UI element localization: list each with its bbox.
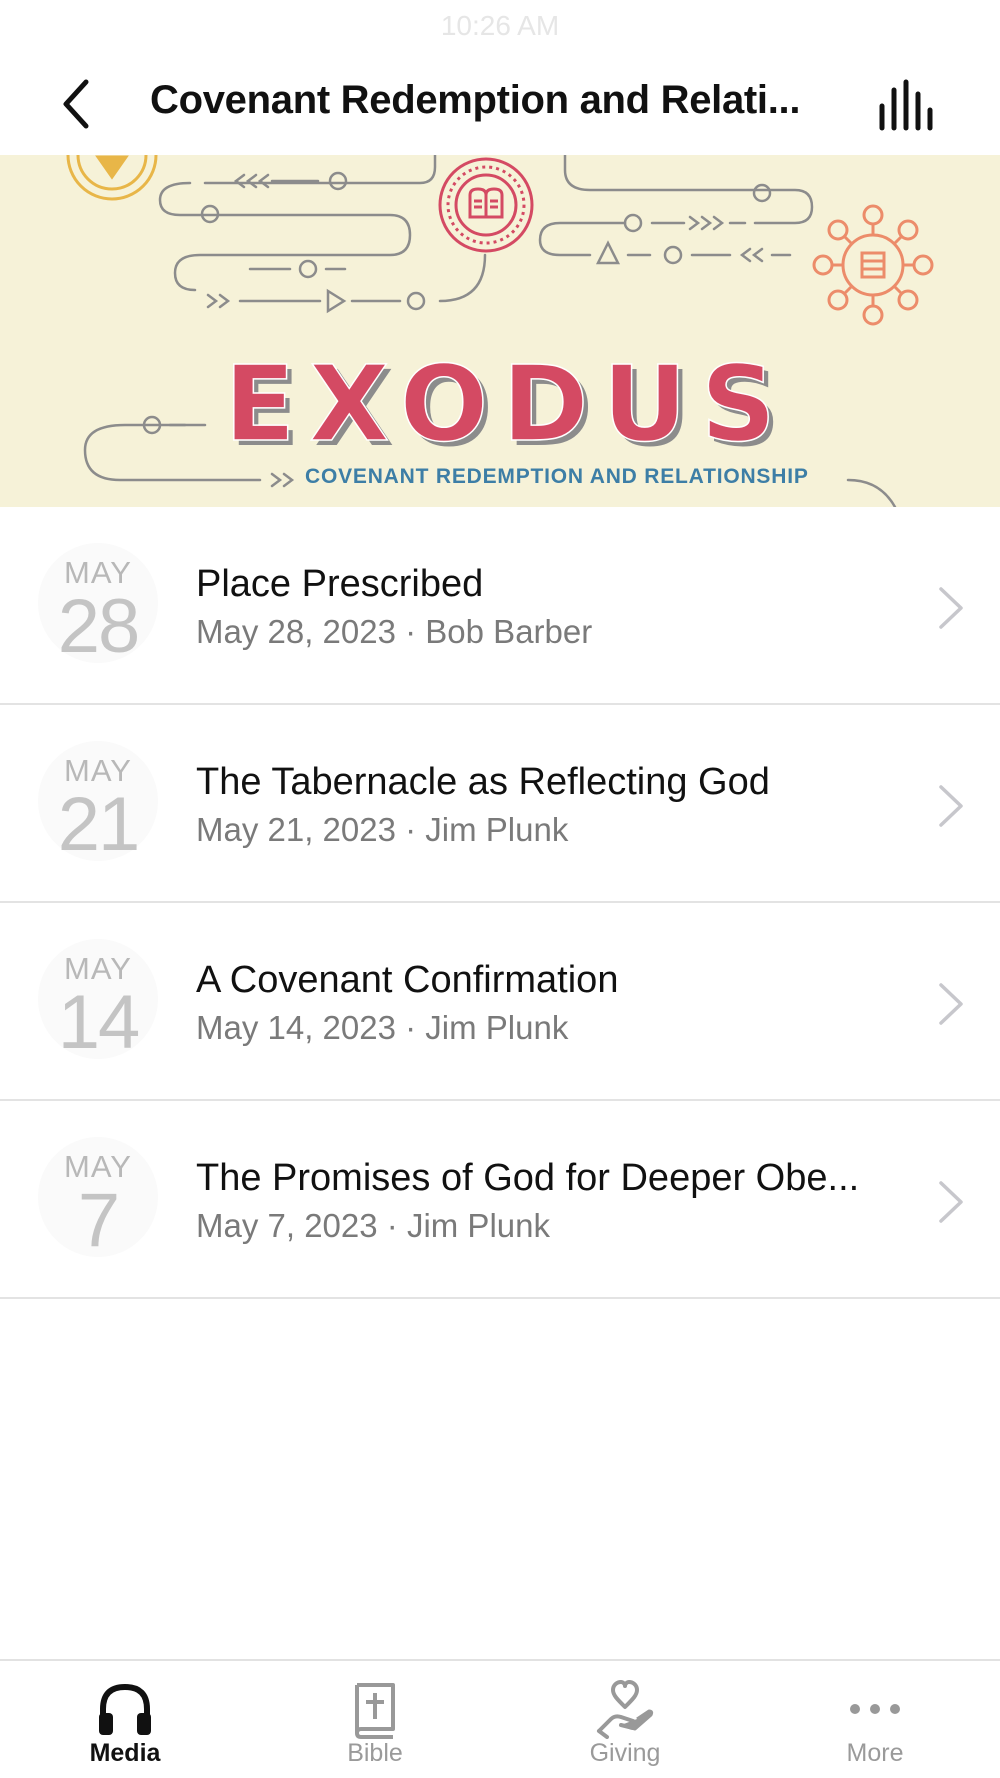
list-item[interactable]: MAY 14 A Covenant Confirmation May 14, 2…: [0, 903, 1000, 1101]
sermon-title: Place Prescribed: [196, 563, 484, 605]
series-banner: EXODUS EXODUS COVENANT REDEMPTION AND RE…: [0, 155, 1000, 507]
sermon-subtitle: May 28, 2023 · Bob Barber: [196, 613, 593, 650]
sermon-title: The Promises of God for Deeper Obe...: [196, 1157, 860, 1199]
chevron-right-icon: [939, 785, 963, 827]
chevron-left-icon: [63, 79, 89, 129]
sermon-subtitle: May 7, 2023 · Jim Plunk: [196, 1207, 550, 1244]
banner-artwork: EXODUS EXODUS: [66, 155, 934, 507]
date-day: 7: [77, 1178, 120, 1263]
audio-button[interactable]: [876, 78, 940, 134]
tab-label: More: [846, 1739, 904, 1767]
date-badge: MAY 7: [38, 1137, 158, 1263]
chevron-right-icon: [939, 587, 963, 629]
sermon-title: A Covenant Confirmation: [196, 959, 619, 1001]
audio-bars-icon: [879, 79, 933, 131]
headphones-icon: [99, 1683, 151, 1735]
more-dots-icon: [850, 1704, 900, 1714]
list-item[interactable]: MAY 7 The Promises of God for Deeper Obe…: [0, 1101, 1000, 1299]
tab-more[interactable]: More: [750, 1661, 1000, 1778]
status-time: 10:26 AM: [440, 10, 560, 41]
chevron-right-icon: [939, 983, 963, 1025]
date-badge: MAY 28: [38, 543, 158, 669]
tab-label: Bible: [347, 1739, 403, 1767]
date-badge: MAY 21: [38, 741, 158, 867]
sermon-subtitle: May 14, 2023 · Jim Plunk: [196, 1009, 569, 1046]
bible-icon: [355, 1683, 395, 1739]
date-day: 14: [57, 980, 141, 1065]
tab-bible[interactable]: Bible: [250, 1661, 500, 1778]
sermon-list: MAY 28 Place Prescribed May 28, 2023 · B…: [0, 507, 1000, 1299]
chevron-right-icon: [939, 1181, 963, 1223]
tab-label: Giving: [589, 1739, 661, 1767]
sermon-title: The Tabernacle as Reflecting God: [196, 761, 770, 803]
date-day: 28: [57, 584, 141, 669]
date-badge: MAY 14: [38, 939, 158, 1065]
banner-title-fill: EXODUS: [224, 343, 790, 465]
tab-giving[interactable]: Giving: [500, 1661, 750, 1778]
date-day: 21: [57, 782, 141, 867]
tab-bar: Media Bible Giving More: [0, 1659, 1000, 1778]
back-button[interactable]: [52, 74, 112, 134]
nav-bar: Covenant Redemption and Relati...: [0, 50, 1000, 155]
list-item[interactable]: MAY 28 Place Prescribed May 28, 2023 · B…: [0, 507, 1000, 705]
banner-subtitle: COVENANT REDEMPTION AND RELATIONSHIP: [305, 465, 809, 488]
page-title: Covenant Redemption and Relati...: [150, 78, 801, 122]
tab-label: Media: [89, 1739, 161, 1767]
tab-media[interactable]: Media: [0, 1661, 250, 1778]
giving-hand-icon: [597, 1680, 654, 1739]
status-bar: 10:26 AM: [0, 0, 1000, 50]
list-item[interactable]: MAY 21 The Tabernacle as Reflecting God …: [0, 705, 1000, 903]
sermon-subtitle: May 21, 2023 · Jim Plunk: [196, 811, 569, 848]
